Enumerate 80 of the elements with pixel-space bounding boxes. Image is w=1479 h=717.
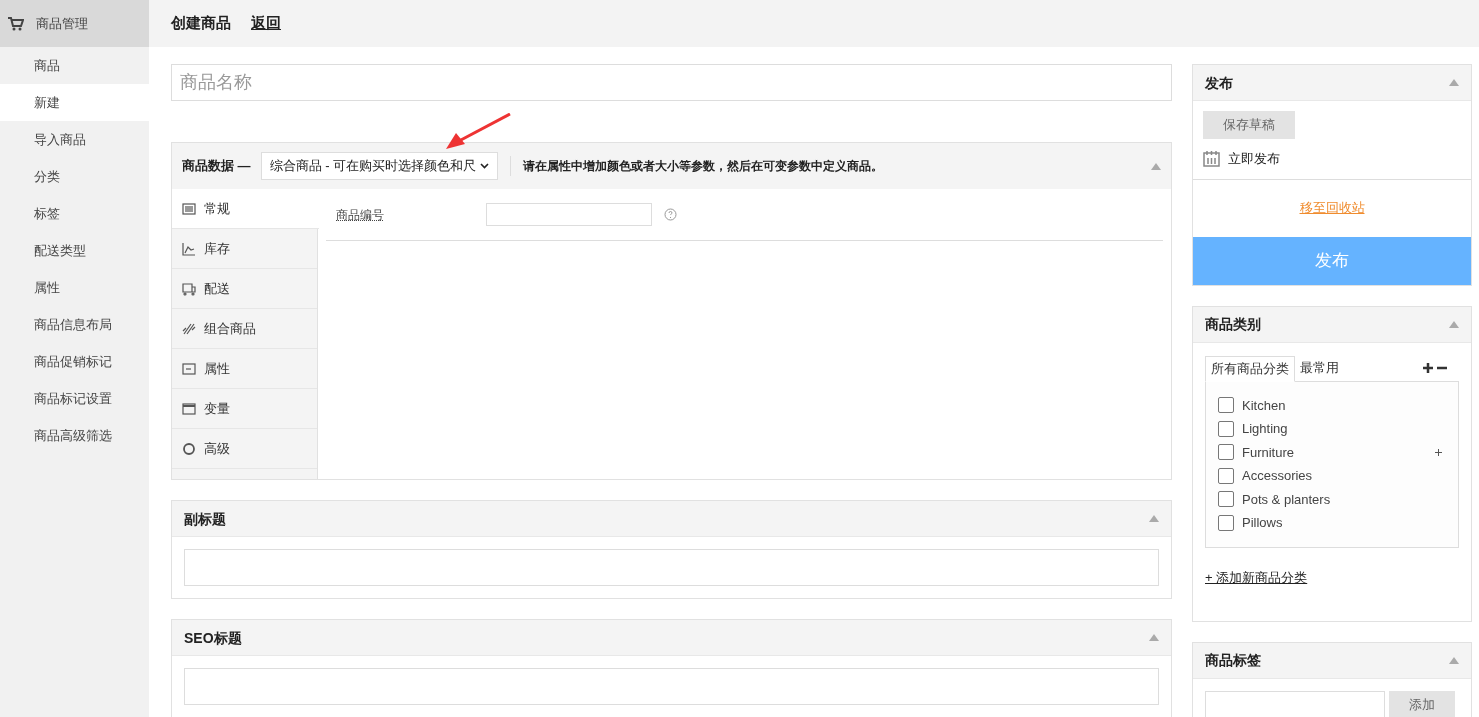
collapse-arrow-icon[interactable]: [1449, 79, 1459, 86]
category-item[interactable]: Furniture: [1218, 440, 1446, 464]
category-item[interactable]: Kitchen: [1218, 393, 1446, 417]
annotation-arrow: [445, 113, 511, 151]
category-label: Kitchen: [1242, 396, 1286, 415]
product-data-tab[interactable]: 配送: [172, 269, 317, 309]
sidebar-item[interactable]: 商品信息布局: [0, 306, 149, 343]
collapse-arrow-icon[interactable]: [1151, 162, 1161, 170]
product-data-tab[interactable]: 属性: [172, 349, 317, 389]
product-name-field[interactable]: 商品名称: [171, 64, 1172, 101]
category-tab[interactable]: 最常用: [1295, 354, 1344, 381]
category-label: Accessories: [1242, 467, 1313, 485]
chart-icon: [182, 241, 196, 256]
collapse-arrow-icon[interactable]: [1449, 656, 1459, 664]
collapse-arrow-icon[interactable]: [1449, 320, 1459, 328]
product-data-tab[interactable]: 常规: [172, 189, 319, 229]
sidebar-item[interactable]: 商品高级筛选: [0, 417, 149, 454]
expand-icon[interactable]: [1435, 448, 1442, 456]
category-checkbox[interactable]: [1218, 467, 1234, 484]
category-item[interactable]: Pots & planters: [1218, 487, 1446, 511]
category-item[interactable]: Lighting: [1218, 417, 1446, 441]
add-tag-button[interactable]: 添加: [1389, 690, 1455, 717]
back-link[interactable]: 返回: [251, 12, 281, 35]
collapse-arrow-icon[interactable]: [1149, 634, 1159, 641]
sidebar-item[interactable]: 配送类型: [0, 232, 149, 269]
category-checkbox[interactable]: [1218, 420, 1234, 437]
product-data-tab[interactable]: 高级: [172, 429, 317, 469]
sku-field[interactable]: [486, 203, 652, 226]
category-checkbox[interactable]: [1218, 514, 1234, 531]
sidebar-header[interactable]: 商品管理: [0, 0, 149, 47]
sidebar-item[interactable]: 标签: [0, 195, 149, 232]
sidebar-item[interactable]: 导入商品: [0, 121, 149, 158]
panel-title: 商品标签: [1205, 651, 1261, 670]
help-icon[interactable]: [664, 208, 677, 221]
sidebar-title: 商品管理: [36, 14, 88, 33]
category-label: Furniture: [1242, 443, 1295, 462]
category-label: Pots & planters: [1242, 490, 1331, 509]
sidebar-item[interactable]: 商品促销标记: [0, 343, 149, 380]
barcode-icon: [182, 201, 196, 216]
collapse-arrow-icon[interactable]: [1149, 515, 1159, 522]
schedule-text: 立即发布: [1228, 150, 1280, 168]
category-tab[interactable]: 所有商品分类: [1205, 355, 1295, 382]
panel-title: 发布: [1205, 73, 1233, 93]
calendar-icon: [1203, 150, 1220, 168]
field-label: 商品编号: [336, 206, 385, 224]
page-title: 创建商品: [171, 13, 231, 34]
panel-title: 商品数据 —: [182, 157, 251, 176]
list-icon: [182, 361, 196, 376]
panel-title: SEO标题: [184, 628, 242, 648]
category-checkbox[interactable]: [1218, 397, 1234, 414]
tag-field[interactable]: [1205, 690, 1385, 717]
window-icon: [182, 401, 196, 416]
cart-icon: [8, 16, 24, 31]
category-label: Pillows: [1242, 514, 1283, 532]
seo-title-field[interactable]: [184, 668, 1159, 705]
sidebar-item[interactable]: 属性: [0, 269, 149, 306]
category-checkbox[interactable]: [1218, 444, 1234, 461]
gear-icon: [182, 441, 196, 456]
category-checkbox[interactable]: [1218, 491, 1234, 508]
chevron-down-icon: [480, 163, 490, 169]
category-label: Lighting: [1242, 420, 1288, 438]
truck-icon: [182, 281, 196, 296]
subtitle-field[interactable]: [184, 549, 1159, 586]
category-item[interactable]: Accessories: [1218, 464, 1446, 488]
panel-title: 副标题: [184, 509, 226, 529]
sidebar-item[interactable]: 商品: [0, 47, 149, 84]
sidebar-item[interactable]: 商品标记设置: [0, 380, 149, 417]
product-data-tab[interactable]: 组合商品: [172, 309, 317, 349]
save-draft-button[interactable]: 保存草稿: [1203, 111, 1295, 139]
hint-text: 请在属性中增加颜色或者大小等参数，然后在可变参数中定义商品。: [523, 158, 884, 175]
product-type-select[interactable]: 综合商品 - 可在购买时选择颜色和尺: [260, 152, 499, 180]
product-data-tab[interactable]: 库存: [172, 229, 317, 269]
panel-title: 商品类别: [1205, 315, 1261, 334]
link-icon: [182, 321, 196, 336]
category-item[interactable]: Pillows: [1218, 511, 1446, 535]
expand-all-icon[interactable]: [1423, 362, 1433, 373]
add-category-link[interactable]: + 添加新商品分类: [1205, 567, 1308, 587]
sidebar-item[interactable]: 新建: [0, 84, 149, 121]
product-data-tab[interactable]: 变量: [172, 389, 317, 429]
sidebar-item[interactable]: 分类: [0, 158, 149, 195]
